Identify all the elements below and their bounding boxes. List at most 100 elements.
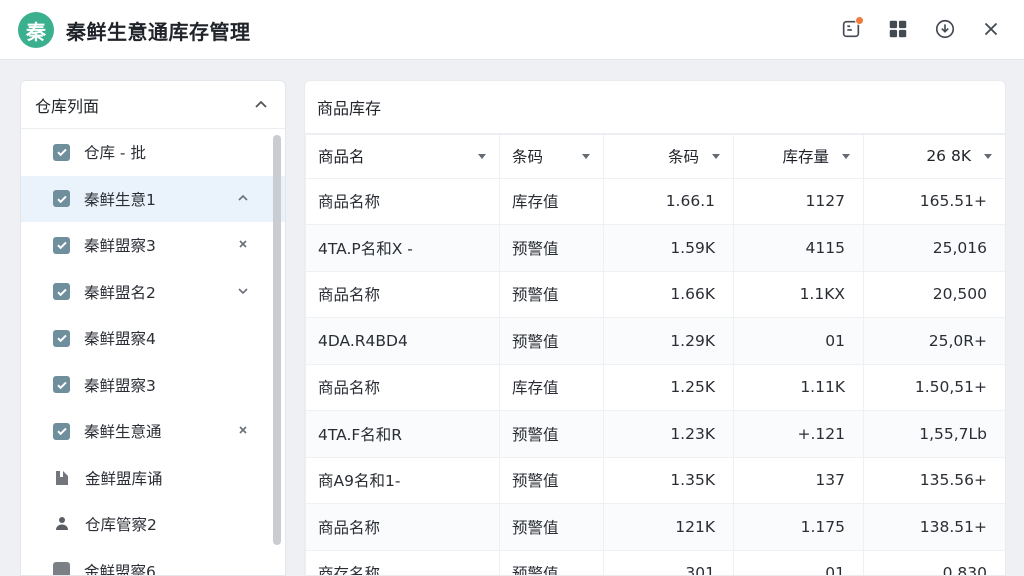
column-header[interactable]: 库存量 [733,133,864,179]
close-button[interactable] [978,16,1004,42]
grid-icon [889,20,907,38]
table-cell: 138.51+ [863,503,1005,551]
sidebar-scrollbar[interactable] [273,135,281,545]
table-cell: 01 [733,549,864,575]
apps-button[interactable] [885,16,911,42]
table-row[interactable]: 4DA.R4BD4 预警值 1.29K 01 25,0R+ [305,317,1005,365]
checkbox-checked-icon[interactable] [53,376,70,394]
sidebar-item-label: 仓库管察2 [85,516,157,535]
sidebar-item[interactable]: 秦鲜生意通 [21,408,285,455]
table-cell: 1.35K [603,456,734,504]
column-header-label: 库存量 [782,148,829,167]
sort-caret-icon[interactable] [841,151,851,161]
table-cell: 1.11K [733,363,864,411]
sidebar-item-label: 仓库 - 批 [84,144,146,163]
table-cell: +.121 [733,410,864,458]
notification-button[interactable] [838,16,864,42]
app-title: 秦鲜生意通库存管理 [66,20,251,44]
column-header[interactable]: 条码 [603,133,734,179]
column-header[interactable]: 商品名 [305,133,500,179]
chevron-up-icon[interactable] [237,192,249,204]
table-cell: 25,0R+ [863,317,1005,365]
sidebar-item-label: 秦鲜盟察4 [84,330,156,349]
table-cell: 4TA.P名和X - [305,224,500,272]
table-cell: 121K [603,503,734,551]
table-cell: 商A9名和1- [305,456,500,504]
close-icon [984,22,998,36]
sidebar-item-label: 秦鲜盟察3 [84,237,156,256]
table-cell: 1.25K [603,363,734,411]
table-cell: 301 [603,549,734,575]
table-row[interactable]: 商品名称 预警值 1.66K 1.1KX 20,500 [305,270,1005,318]
table-row[interactable]: 商A9名和1- 预警值 1.35K 137 135.56+ [305,456,1005,504]
table-cell: 25,016 [863,224,1005,272]
table-cell: 4DA.R4BD4 [305,317,500,365]
table-cell: 1.66.1 [603,177,734,225]
table-cell: 165.51+ [863,177,1005,225]
panel-title: 商品库存 [317,99,382,118]
download-button[interactable] [932,16,958,42]
checkbox-icon[interactable] [53,562,70,575]
notification-badge [855,16,864,25]
sort-caret-icon[interactable] [711,151,721,161]
column-header-label: 条码 [667,148,699,167]
warehouse-list: 仓库 - 批秦鲜生意1 秦鲜盟察3 秦鲜盟名2 秦鲜盟察4 秦鲜盟察3 秦鲜生意通金鲜盟库… [21,129,285,575]
table-row[interactable]: 商存名称 预警值 301 01 0.830 [305,549,1005,575]
table-cell: 0.830 [863,549,1005,575]
sidebar-item[interactable]: 秦鲜盟察3 [21,222,285,269]
close-icon[interactable] [237,424,249,436]
sidebar-item-label: 秦鲜生意1 [84,190,156,209]
checkbox-checked-icon[interactable] [53,190,70,208]
column-header-label: 条码 [512,148,544,167]
checkbox-checked-icon[interactable] [53,143,70,161]
table-row[interactable]: 商品名称 库存值 1.25K 1.11K 1.50,51+ [305,363,1005,411]
table-cell: 137 [733,456,864,504]
sidebar-item[interactable]: 秦鲜生意1 [21,175,285,222]
table-row[interactable]: 商品名称 库存值 1.66.1 1127 165.51+ [305,177,1005,225]
table-cell: 4115 [733,224,864,272]
person-icon [56,517,68,531]
sidebar-item[interactable]: 仓库 - 批 [21,129,285,176]
sidebar-item[interactable]: 金鲜盟察6 [21,548,285,575]
inventory-panel: 商品库存 商品名 条码 条码 库存量 26 8K 商品名称 库存值 1.66.1 1127 16… [304,80,1006,576]
title-bar: 秦 秦鲜生意通库存管理 [0,0,1024,60]
sort-caret-icon[interactable] [983,151,993,161]
table-cell: 预警值 [499,270,604,318]
download-circle-icon [935,19,955,39]
table-cell: 库存值 [499,363,604,411]
column-header[interactable]: 条码 [499,133,604,179]
checkbox-checked-icon[interactable] [53,236,70,254]
sort-caret-icon[interactable] [477,151,487,161]
sidebar-item[interactable]: 秦鲜盟察3 [21,362,285,409]
warehouse-sidebar: 仓库列面 仓库 - 批秦鲜生意1 秦鲜盟察3 秦鲜盟名2 秦鲜盟察4 秦鲜盟察3 秦鲜生意… [20,80,286,576]
table-cell: 1127 [733,177,864,225]
sidebar-item[interactable]: 金鲜盟库诵 [21,455,285,502]
table-cell: 商品名称 [305,270,500,318]
table-row[interactable]: 商品名称 预警值 121K 1.175 138.51+ [305,503,1005,551]
sidebar-item-label: 金鲜盟库诵 [85,469,163,488]
sidebar-item[interactable]: 秦鲜盟察4 [21,315,285,362]
checkbox-checked-icon[interactable] [53,422,70,440]
table-cell: 1.59K [603,224,734,272]
chevron-up-icon[interactable] [253,97,269,113]
column-header[interactable]: 26 8K [863,133,1005,179]
column-header-label: 26 8K [926,147,971,166]
table-cell: 预警值 [499,549,604,575]
table-row[interactable]: 4TA.P名和X - 预警值 1.59K 4115 25,016 [305,224,1005,272]
sidebar-item[interactable]: 秦鲜盟名2 [21,269,285,316]
table-row[interactable]: 4TA.F名和R 预警值 1.23K +.121 1,55,7Lb [305,410,1005,458]
sort-caret-icon[interactable] [581,151,591,161]
close-icon[interactable] [237,238,249,250]
table-cell: 预警值 [499,456,604,504]
chevron-down-icon[interactable] [237,285,249,297]
table-cell: 库存值 [499,177,604,225]
checkbox-checked-icon[interactable] [53,329,70,347]
table-header-row: 商品名 条码 条码 库存量 26 8K [305,133,1005,179]
checkbox-checked-icon[interactable] [53,283,70,301]
sidebar-header[interactable]: 仓库列面 [21,81,285,129]
table-cell: 商品名称 [305,503,500,551]
sidebar-item-label: 秦鲜生意通 [84,423,162,442]
sidebar-title: 仓库列面 [35,96,100,116]
sidebar-item[interactable]: 仓库管察2 [21,501,285,548]
app-logo: 秦 [18,12,54,48]
